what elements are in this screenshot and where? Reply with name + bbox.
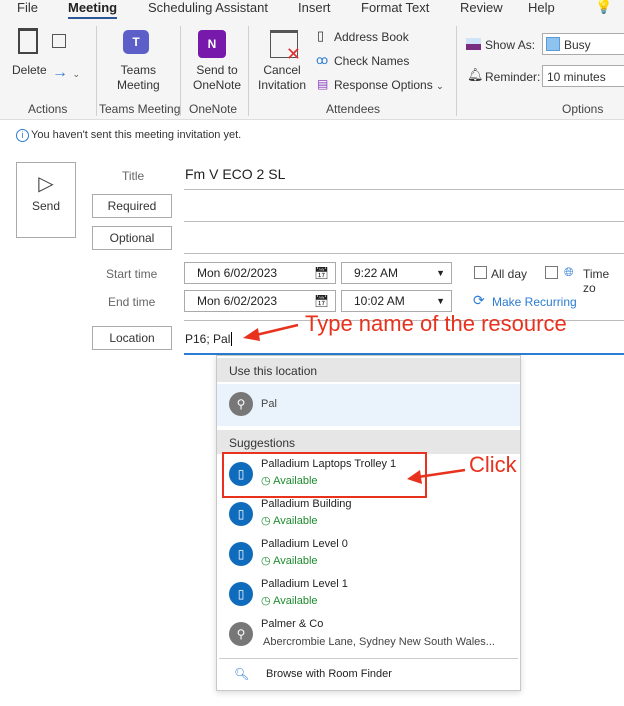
type-hint-annotation: Type name of the resource [305,311,567,336]
annotation-arrows [243,323,466,484]
click-hint-annotation: Click [469,452,517,477]
type-hint-arrow [243,323,299,341]
click-hint-arrow [407,468,466,484]
